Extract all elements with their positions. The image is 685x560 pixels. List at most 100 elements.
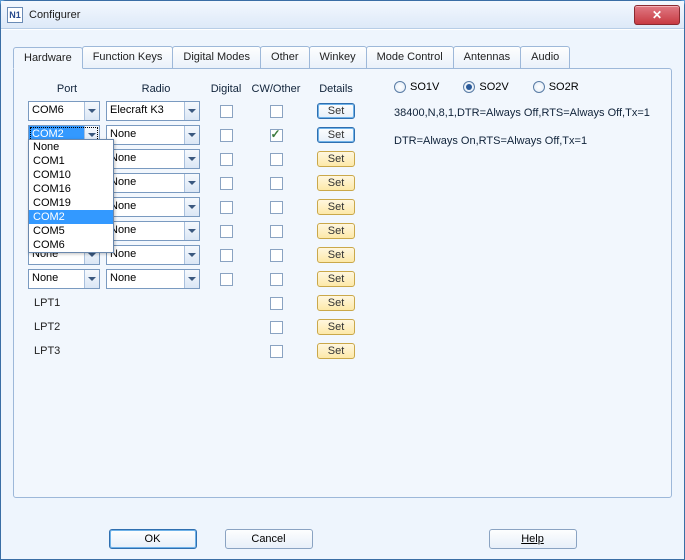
- port-row: NoneNoneSet: [28, 195, 657, 219]
- lpt-row: LPT1 Set: [28, 291, 657, 315]
- radio-label: SO2R: [549, 81, 579, 93]
- set-button[interactable]: Set: [317, 247, 356, 263]
- port-row: NoneNoneSet: [28, 243, 657, 267]
- window-title: Configurer: [29, 9, 80, 21]
- digital-checkbox[interactable]: [220, 249, 233, 262]
- cancel-button[interactable]: Cancel: [225, 529, 313, 549]
- dropdown-option[interactable]: COM1: [29, 154, 113, 168]
- radio-label: SO2V: [479, 81, 508, 93]
- set-button[interactable]: Set: [317, 103, 356, 119]
- radio-combo[interactable]: Elecraft K3: [106, 101, 200, 121]
- port-dropdown-list[interactable]: NoneCOM1COM10COM16COM19COM2COM5COM6: [28, 139, 114, 253]
- so-mode-radio[interactable]: SO1V: [394, 81, 439, 93]
- set-button[interactable]: Set: [317, 175, 356, 191]
- cw-checkbox[interactable]: [270, 225, 283, 238]
- radio-dot-icon: [394, 81, 406, 93]
- info-line-1: 38400,N,8,1,DTR=Always Off,RTS=Always Of…: [394, 107, 650, 119]
- chevron-down-icon: [184, 222, 199, 240]
- set-button[interactable]: Set: [317, 151, 356, 167]
- dropdown-option[interactable]: COM5: [29, 224, 113, 238]
- digital-checkbox[interactable]: [220, 201, 233, 214]
- set-button[interactable]: Set: [317, 223, 356, 239]
- cw-checkbox[interactable]: [270, 201, 283, 214]
- port-row: NoneNoneSet: [28, 147, 657, 171]
- header-digital: Digital: [206, 83, 246, 95]
- tab-other[interactable]: Other: [260, 46, 310, 68]
- close-button[interactable]: ✕: [634, 5, 680, 25]
- help-button[interactable]: Help: [489, 529, 577, 549]
- set-button[interactable]: Set: [317, 343, 356, 359]
- digital-checkbox[interactable]: [220, 129, 233, 142]
- cw-checkbox[interactable]: [270, 297, 283, 310]
- dropdown-option[interactable]: COM2: [29, 210, 113, 224]
- radio-combo[interactable]: None: [106, 269, 200, 289]
- tab-mode-control[interactable]: Mode Control: [366, 46, 454, 68]
- chevron-down-icon: [184, 174, 199, 192]
- tabstrip: Hardware Function Keys Digital Modes Oth…: [1, 30, 684, 68]
- radio-combo[interactable]: None: [106, 149, 200, 169]
- cw-checkbox[interactable]: [270, 321, 283, 334]
- so-mode-radios: SO1V SO2V SO2R: [394, 81, 650, 93]
- cw-checkbox[interactable]: [270, 105, 283, 118]
- port-row: NoneNoneSet: [28, 219, 657, 243]
- chevron-down-icon: [184, 270, 199, 288]
- digital-checkbox[interactable]: [220, 273, 233, 286]
- radio-combo[interactable]: None: [106, 173, 200, 193]
- port-row: NoneNoneSet: [28, 171, 657, 195]
- dropdown-option[interactable]: COM10: [29, 168, 113, 182]
- so-mode-radio[interactable]: SO2R: [533, 81, 579, 93]
- tab-function-keys[interactable]: Function Keys: [82, 46, 174, 68]
- digital-checkbox[interactable]: [220, 105, 233, 118]
- set-button[interactable]: Set: [317, 319, 356, 335]
- digital-checkbox[interactable]: [220, 153, 233, 166]
- chevron-down-icon: [84, 102, 99, 120]
- radio-combo[interactable]: None: [106, 245, 200, 265]
- set-button[interactable]: Set: [317, 199, 356, 215]
- lpt-row: LPT2Set: [28, 315, 657, 339]
- cw-checkbox[interactable]: [270, 249, 283, 262]
- radio-combo[interactable]: None: [106, 125, 200, 145]
- port-combo[interactable]: None: [28, 269, 100, 289]
- dropdown-option[interactable]: None: [29, 140, 113, 154]
- chevron-down-icon: [184, 126, 199, 144]
- lpt-label: LPT3: [28, 343, 106, 359]
- radio-dot-icon: [533, 81, 545, 93]
- app-icon: N1: [7, 7, 23, 23]
- cw-checkbox[interactable]: [270, 177, 283, 190]
- info-line-2: DTR=Always On,RTS=Always Off,Tx=1: [394, 135, 650, 147]
- tab-hardware[interactable]: Hardware: [13, 47, 83, 69]
- set-button[interactable]: Set: [317, 127, 356, 143]
- port-row: None None Set: [28, 267, 657, 291]
- set-button[interactable]: Set: [317, 295, 356, 311]
- dropdown-option[interactable]: COM19: [29, 196, 113, 210]
- radio-label: SO1V: [410, 81, 439, 93]
- radio-combo[interactable]: None: [106, 197, 200, 217]
- ok-button[interactable]: OK: [109, 529, 197, 549]
- port-combo[interactable]: COM6: [28, 101, 100, 121]
- chevron-down-icon: [84, 270, 99, 288]
- dropdown-option[interactable]: COM16: [29, 182, 113, 196]
- radio-dot-icon: [463, 81, 475, 93]
- client-area: Hardware Function Keys Digital Modes Oth…: [1, 29, 684, 559]
- header-cw: CW/Other: [246, 83, 306, 95]
- so-mode-radio[interactable]: SO2V: [463, 81, 508, 93]
- cw-checkbox[interactable]: [270, 345, 283, 358]
- chevron-down-icon: [184, 246, 199, 264]
- tab-winkey[interactable]: Winkey: [309, 46, 367, 68]
- lpt-label: LPT1: [28, 295, 106, 311]
- cw-checkbox[interactable]: [270, 153, 283, 166]
- chevron-down-icon: [184, 150, 199, 168]
- cw-checkbox[interactable]: [270, 273, 283, 286]
- chevron-down-icon: [184, 102, 199, 120]
- tab-audio[interactable]: Audio: [520, 46, 570, 68]
- tab-antennas[interactable]: Antennas: [453, 46, 521, 68]
- digital-checkbox[interactable]: [220, 177, 233, 190]
- cw-checkbox[interactable]: [270, 129, 283, 142]
- configurer-window: N1 Configurer ✕ Hardware Function Keys D…: [0, 0, 685, 560]
- tab-digital-modes[interactable]: Digital Modes: [172, 46, 261, 68]
- header-port: Port: [28, 83, 106, 95]
- digital-checkbox[interactable]: [220, 225, 233, 238]
- dropdown-option[interactable]: COM6: [29, 238, 113, 252]
- radio-combo[interactable]: None: [106, 221, 200, 241]
- set-button[interactable]: Set: [317, 271, 356, 287]
